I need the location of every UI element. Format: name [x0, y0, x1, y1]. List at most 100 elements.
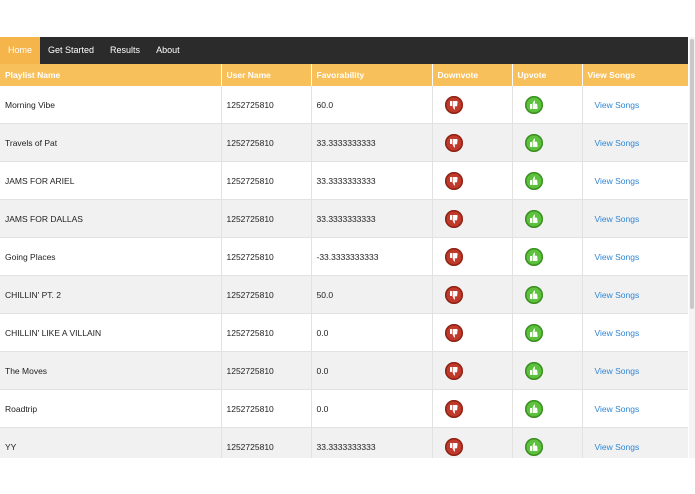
- view-songs-link[interactable]: View Songs: [588, 176, 640, 186]
- cell-playlist-name: YY: [0, 427, 222, 458]
- table-row: JAMS FOR DALLAS 1252725810 33.3333333333: [0, 199, 688, 238]
- cell-upvote: [512, 313, 583, 352]
- table-row: Roadtrip 1252725810 0.0 View Songs: [0, 389, 688, 428]
- thumbs-up-icon[interactable]: [524, 247, 543, 266]
- table-row: Travels of Pat 1252725810 33.3333333333: [0, 123, 688, 162]
- cell-upvote: [512, 351, 583, 390]
- cell-playlist-name: Morning Vibe: [0, 86, 222, 124]
- cell-downvote: [432, 161, 513, 200]
- table-row: Morning Vibe 1252725810 60.0 View Songs: [0, 86, 688, 124]
- cell-view-songs: View Songs: [582, 389, 688, 428]
- thumbs-down-icon[interactable]: [444, 171, 463, 190]
- thumbs-down-icon[interactable]: [444, 247, 463, 266]
- table-row: Going Places 1252725810 -33.3333333333 V…: [0, 237, 688, 276]
- cell-user-name: 1252725810: [221, 123, 312, 162]
- view-songs-link[interactable]: View Songs: [588, 404, 640, 414]
- thumbs-down-icon[interactable]: [444, 133, 463, 152]
- cell-user-name: 1252725810: [221, 313, 312, 352]
- header-favorability[interactable]: Favorability: [311, 64, 433, 86]
- thumbs-up-icon[interactable]: [524, 133, 543, 152]
- cell-playlist-name: Roadtrip: [0, 389, 222, 428]
- cell-favorability: 0.0: [311, 389, 433, 428]
- table-row: JAMS FOR ARIEL 1252725810 33.3333333333: [0, 161, 688, 200]
- cell-upvote: [512, 199, 583, 238]
- thumbs-up-icon[interactable]: [524, 323, 543, 342]
- nav-results[interactable]: Results: [102, 37, 148, 64]
- thumbs-down-icon[interactable]: [444, 361, 463, 380]
- cell-downvote: [432, 123, 513, 162]
- cell-playlist-name: JAMS FOR ARIEL: [0, 161, 222, 200]
- cell-playlist-name: Going Places: [0, 237, 222, 276]
- scrollbar[interactable]: [689, 37, 695, 458]
- cell-view-songs: View Songs: [582, 86, 688, 124]
- cell-playlist-name: The Moves: [0, 351, 222, 390]
- table-row: The Moves 1252725810 0.0 View Songs: [0, 351, 688, 390]
- cell-favorability: 33.3333333333: [311, 161, 433, 200]
- thumbs-down-icon[interactable]: [444, 209, 463, 228]
- view-songs-link[interactable]: View Songs: [588, 138, 640, 148]
- cell-view-songs: View Songs: [582, 313, 688, 352]
- thumbs-up-icon[interactable]: [524, 361, 543, 380]
- cell-upvote: [512, 427, 583, 458]
- cell-downvote: [432, 86, 513, 124]
- header-playlist-name[interactable]: Playlist Name: [0, 64, 222, 86]
- cell-favorability: 33.3333333333: [311, 427, 433, 458]
- cell-playlist-name: CHILLIN' LIKE A VILLAIN: [0, 313, 222, 352]
- thumbs-down-icon[interactable]: [444, 399, 463, 418]
- header-view-songs: View Songs: [582, 64, 688, 86]
- header-upvote: Upvote: [512, 64, 583, 86]
- cell-playlist-name: Travels of Pat: [0, 123, 222, 162]
- cell-favorability: 33.3333333333: [311, 123, 433, 162]
- cell-favorability: -33.3333333333: [311, 237, 433, 276]
- header-user-name[interactable]: User Name: [221, 64, 312, 86]
- thumbs-up-icon[interactable]: [524, 171, 543, 190]
- nav-home[interactable]: Home: [0, 37, 41, 64]
- cell-playlist-name: JAMS FOR DALLAS: [0, 199, 222, 238]
- cell-user-name: 1252725810: [221, 237, 312, 276]
- nav-about[interactable]: About: [148, 37, 188, 64]
- cell-favorability: 0.0: [311, 313, 433, 352]
- thumbs-up-icon[interactable]: [524, 285, 543, 304]
- thumbs-up-icon[interactable]: [524, 95, 543, 114]
- scrollbar-thumb[interactable]: [690, 39, 694, 309]
- cell-view-songs: View Songs: [582, 351, 688, 390]
- cell-user-name: 1252725810: [221, 199, 312, 238]
- cell-view-songs: View Songs: [582, 123, 688, 162]
- table-body: Morning Vibe 1252725810 60.0 View Songs …: [0, 86, 688, 458]
- thumbs-down-icon[interactable]: [444, 323, 463, 342]
- view-songs-link[interactable]: View Songs: [588, 328, 640, 338]
- cell-view-songs: View Songs: [582, 199, 688, 238]
- cell-downvote: [432, 313, 513, 352]
- cell-favorability: 60.0: [311, 86, 433, 124]
- cell-user-name: 1252725810: [221, 389, 312, 428]
- cell-favorability: 0.0: [311, 351, 433, 390]
- cell-user-name: 1252725810: [221, 427, 312, 458]
- cell-downvote: [432, 237, 513, 276]
- cell-upvote: [512, 161, 583, 200]
- table-row: CHILLIN' PT. 2 1252725810 50.0 View Song…: [0, 275, 688, 314]
- thumbs-down-icon[interactable]: [444, 285, 463, 304]
- table-row: CHILLIN' LIKE A VILLAIN 1252725810 0.0 V…: [0, 313, 688, 352]
- view-songs-link[interactable]: View Songs: [588, 252, 640, 262]
- cell-view-songs: View Songs: [582, 237, 688, 276]
- cell-view-songs: View Songs: [582, 427, 688, 458]
- cell-favorability: 33.3333333333: [311, 199, 433, 238]
- nav-get-started[interactable]: Get Started: [40, 37, 102, 64]
- view-songs-link[interactable]: View Songs: [588, 366, 640, 376]
- cell-downvote: [432, 275, 513, 314]
- thumbs-up-icon[interactable]: [524, 399, 543, 418]
- thumbs-up-icon[interactable]: [524, 209, 543, 228]
- cell-view-songs: View Songs: [582, 275, 688, 314]
- cell-downvote: [432, 427, 513, 458]
- cell-user-name: 1252725810: [221, 351, 312, 390]
- thumbs-up-icon[interactable]: [524, 437, 543, 456]
- cell-user-name: 1252725810: [221, 86, 312, 124]
- view-songs-link[interactable]: View Songs: [588, 290, 640, 300]
- cell-playlist-name: CHILLIN' PT. 2: [0, 275, 222, 314]
- view-songs-link[interactable]: View Songs: [588, 100, 640, 110]
- cell-favorability: 50.0: [311, 275, 433, 314]
- view-songs-link[interactable]: View Songs: [588, 442, 640, 452]
- thumbs-down-icon[interactable]: [444, 95, 463, 114]
- thumbs-down-icon[interactable]: [444, 437, 463, 456]
- view-songs-link[interactable]: View Songs: [588, 214, 640, 224]
